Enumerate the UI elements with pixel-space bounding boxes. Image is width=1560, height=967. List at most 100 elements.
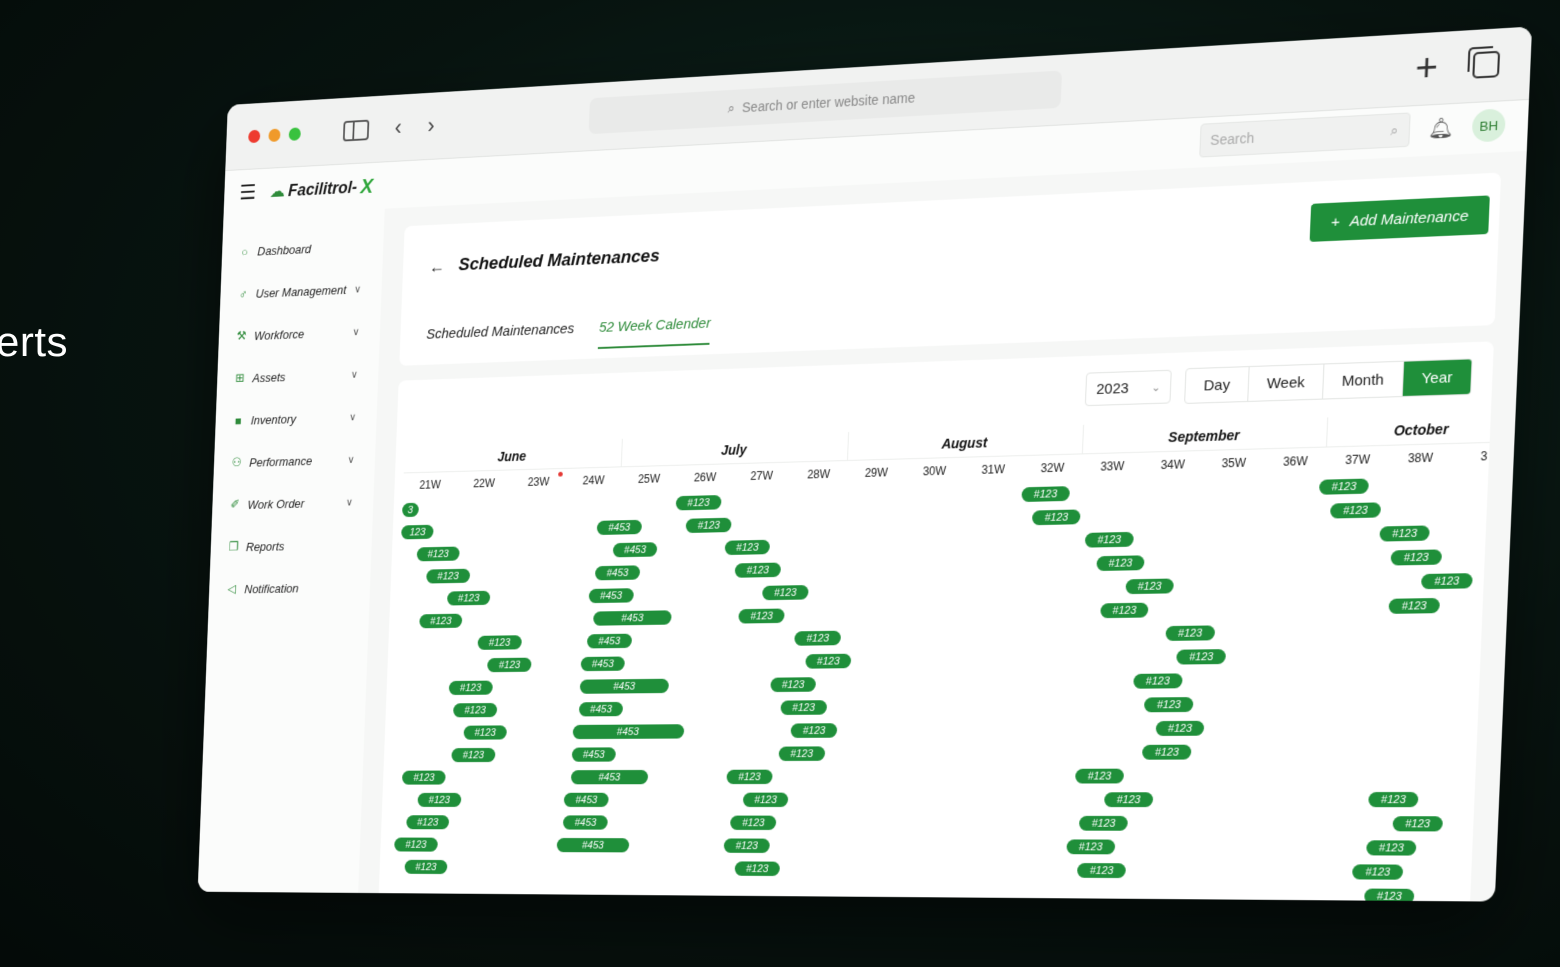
maintenance-event-pill[interactable]: #123 <box>805 653 852 669</box>
sidebar-item-work-order[interactable]: ✐ Work Order ∨ <box>212 480 375 527</box>
year-select[interactable]: 2023 ⌄ <box>1085 369 1173 407</box>
view-week-button[interactable]: Week <box>1248 364 1325 401</box>
maintenance-event-pill[interactable]: #123 <box>448 680 493 696</box>
maintenance-event-pill[interactable]: #123 <box>738 608 785 624</box>
maintenance-event-pill[interactable]: #123 <box>734 861 781 877</box>
maintenance-event-pill[interactable]: #123 <box>453 702 498 718</box>
maintenance-event-pill[interactable]: #123 <box>1367 792 1419 808</box>
view-month-button[interactable]: Month <box>1322 361 1404 399</box>
week-header[interactable]: 38W <box>1388 444 1452 472</box>
maintenance-event-pill[interactable]: #123 <box>446 590 491 606</box>
maintenance-event-pill[interactable]: #123 <box>1379 525 1431 542</box>
brand-logo[interactable]: ☁ Facilitrol- X <box>269 174 373 203</box>
maintenance-event-pill[interactable]: #123 <box>1330 502 1381 519</box>
global-search-input[interactable]: Search ⌕ <box>1198 112 1411 158</box>
maintenance-event-pill[interactable]: #123 <box>451 747 496 763</box>
maintenance-event-pill[interactable]: #123 <box>405 815 450 830</box>
maintenance-event-pill[interactable]: #123 <box>1365 840 1417 856</box>
add-maintenance-button[interactable]: + Add Maintenance <box>1310 195 1490 242</box>
sidebar-item-dashboard[interactable]: ○ Dashboard <box>221 224 384 274</box>
maintenance-event-pill[interactable]: #123 <box>1176 649 1226 665</box>
bell-icon[interactable]: 🔔︎ <box>1427 115 1454 142</box>
sidebar-item-inventory[interactable]: ■ Inventory ∨ <box>215 394 378 442</box>
maintenance-event-pill[interactable]: #123 <box>1133 673 1183 689</box>
maintenance-event-pill[interactable]: #453 <box>571 747 617 762</box>
maintenance-event-pill[interactable]: #123 <box>769 677 817 693</box>
maintenance-event-pill[interactable]: #453 <box>595 565 640 581</box>
maintenance-event-pill[interactable]: #123 <box>762 585 809 601</box>
week-header[interactable]: 24W <box>565 467 621 493</box>
minimize-window-button[interactable] <box>268 128 281 142</box>
maintenance-event-pill[interactable]: #123 <box>734 562 781 578</box>
hamburger-menu-icon[interactable]: ☰ <box>239 180 256 205</box>
maintenance-event-pill[interactable]: #123 <box>417 792 462 807</box>
url-bar[interactable]: ⌕ Search or enter website name <box>588 70 1063 135</box>
maintenance-event-pill[interactable]: #123 <box>1100 602 1149 619</box>
sidebar-item-workforce[interactable]: ⚒ Workforce ∨ <box>218 309 381 358</box>
maintenance-event-pill[interactable]: #123 <box>1421 573 1473 590</box>
week-header[interactable]: 27W <box>733 463 791 489</box>
back-nav-icon[interactable]: ‹ <box>394 114 402 140</box>
sidebar-item-reports[interactable]: ❐ Reports <box>210 522 372 568</box>
maintenance-event-pill[interactable]: #453 <box>570 769 649 785</box>
maintenance-event-pill[interactable]: #123 <box>426 568 470 584</box>
avatar[interactable]: BH <box>1471 108 1506 143</box>
view-day-button[interactable]: Day <box>1185 367 1250 403</box>
week-header[interactable]: 34W <box>1142 451 1204 478</box>
maintenance-event-pill[interactable]: #123 <box>724 539 771 556</box>
week-header[interactable]: 25W <box>621 466 678 492</box>
maintenance-event-pill[interactable]: #453 <box>563 815 608 830</box>
sidebar-item-notification[interactable]: ◁ Notification <box>208 565 370 610</box>
maintenance-event-pill[interactable]: #123 <box>794 630 842 646</box>
maintenance-event-pill[interactable]: #123 <box>463 725 508 740</box>
maintenance-event-pill[interactable]: #123 <box>416 546 460 562</box>
tabs-overview-icon[interactable] <box>1472 50 1501 79</box>
maintenance-event-pill[interactable]: #123 <box>1142 744 1192 760</box>
week-header[interactable]: 21W <box>403 472 458 498</box>
maintenance-event-pill[interactable]: #123 <box>1388 597 1440 614</box>
week-header[interactable]: 3 <box>1452 442 1494 470</box>
maintenance-event-pill[interactable]: #123 <box>1392 816 1444 832</box>
week-header[interactable]: 23W <box>511 469 567 495</box>
maintenance-event-pill[interactable]: #123 <box>1021 486 1070 503</box>
maintenance-event-pill[interactable]: #123 <box>1104 792 1154 808</box>
sidebar-item-assets[interactable]: ⊞ Assets ∨ <box>216 352 379 400</box>
maintenance-event-pill[interactable]: #123 <box>419 613 463 629</box>
maintenance-event-pill[interactable]: #453 <box>612 542 658 558</box>
week-header[interactable]: 22W <box>456 470 511 496</box>
maintenance-event-pill[interactable]: #453 <box>593 610 672 626</box>
maintenance-event-pill[interactable]: #123 <box>778 746 825 761</box>
close-window-button[interactable] <box>248 129 261 143</box>
new-tab-icon[interactable]: + <box>1414 46 1438 90</box>
maintenance-event-pill[interactable]: #123 <box>1125 578 1175 595</box>
maintenance-event-pill[interactable]: #123 <box>487 657 532 673</box>
week-header[interactable]: 31W <box>963 456 1023 483</box>
sidebar-item-user-management[interactable]: ♂ User Management ∨ <box>220 266 383 316</box>
maintenance-event-pill[interactable]: #123 <box>1084 531 1134 548</box>
maintenance-event-pill[interactable]: #123 <box>1095 555 1145 572</box>
maintenance-event-pill[interactable]: #123 <box>742 792 789 807</box>
sidebar-item-performance[interactable]: ⚇ Performance ∨ <box>213 437 376 484</box>
forward-nav-icon[interactable]: › <box>427 113 435 139</box>
maintenance-event-pill[interactable]: #123 <box>1352 864 1404 880</box>
maintenance-event-pill[interactable]: #453 <box>588 588 634 604</box>
maintenance-event-pill[interactable]: #123 <box>675 495 722 511</box>
maintenance-event-pill[interactable]: #123 <box>790 723 838 738</box>
maintenance-event-pill[interactable]: #123 <box>780 700 827 715</box>
maintenance-event-pill[interactable]: #123 <box>1077 863 1126 879</box>
maximize-window-button[interactable] <box>288 126 301 141</box>
maintenance-event-pill[interactable]: #123 <box>394 837 438 852</box>
maintenance-event-pill[interactable]: #453 <box>578 701 624 717</box>
maintenance-event-pill[interactable]: #123 <box>1032 509 1081 526</box>
maintenance-event-pill[interactable]: #453 <box>572 724 684 740</box>
week-header[interactable]: 36W <box>1264 448 1327 476</box>
maintenance-event-pill[interactable]: #123 <box>477 635 522 650</box>
maintenance-event-pill[interactable]: #123 <box>404 859 448 875</box>
maintenance-event-pill[interactable]: #123 <box>1363 888 1415 902</box>
back-arrow-icon[interactable]: ← <box>429 256 445 276</box>
maintenance-event-pill[interactable]: 123 <box>401 524 434 540</box>
week-header[interactable]: 26W <box>676 464 733 490</box>
maintenance-event-pill[interactable]: #123 <box>685 517 732 534</box>
week-header[interactable]: 37W <box>1326 446 1390 474</box>
maintenance-event-pill[interactable]: #123 <box>1155 720 1205 736</box>
